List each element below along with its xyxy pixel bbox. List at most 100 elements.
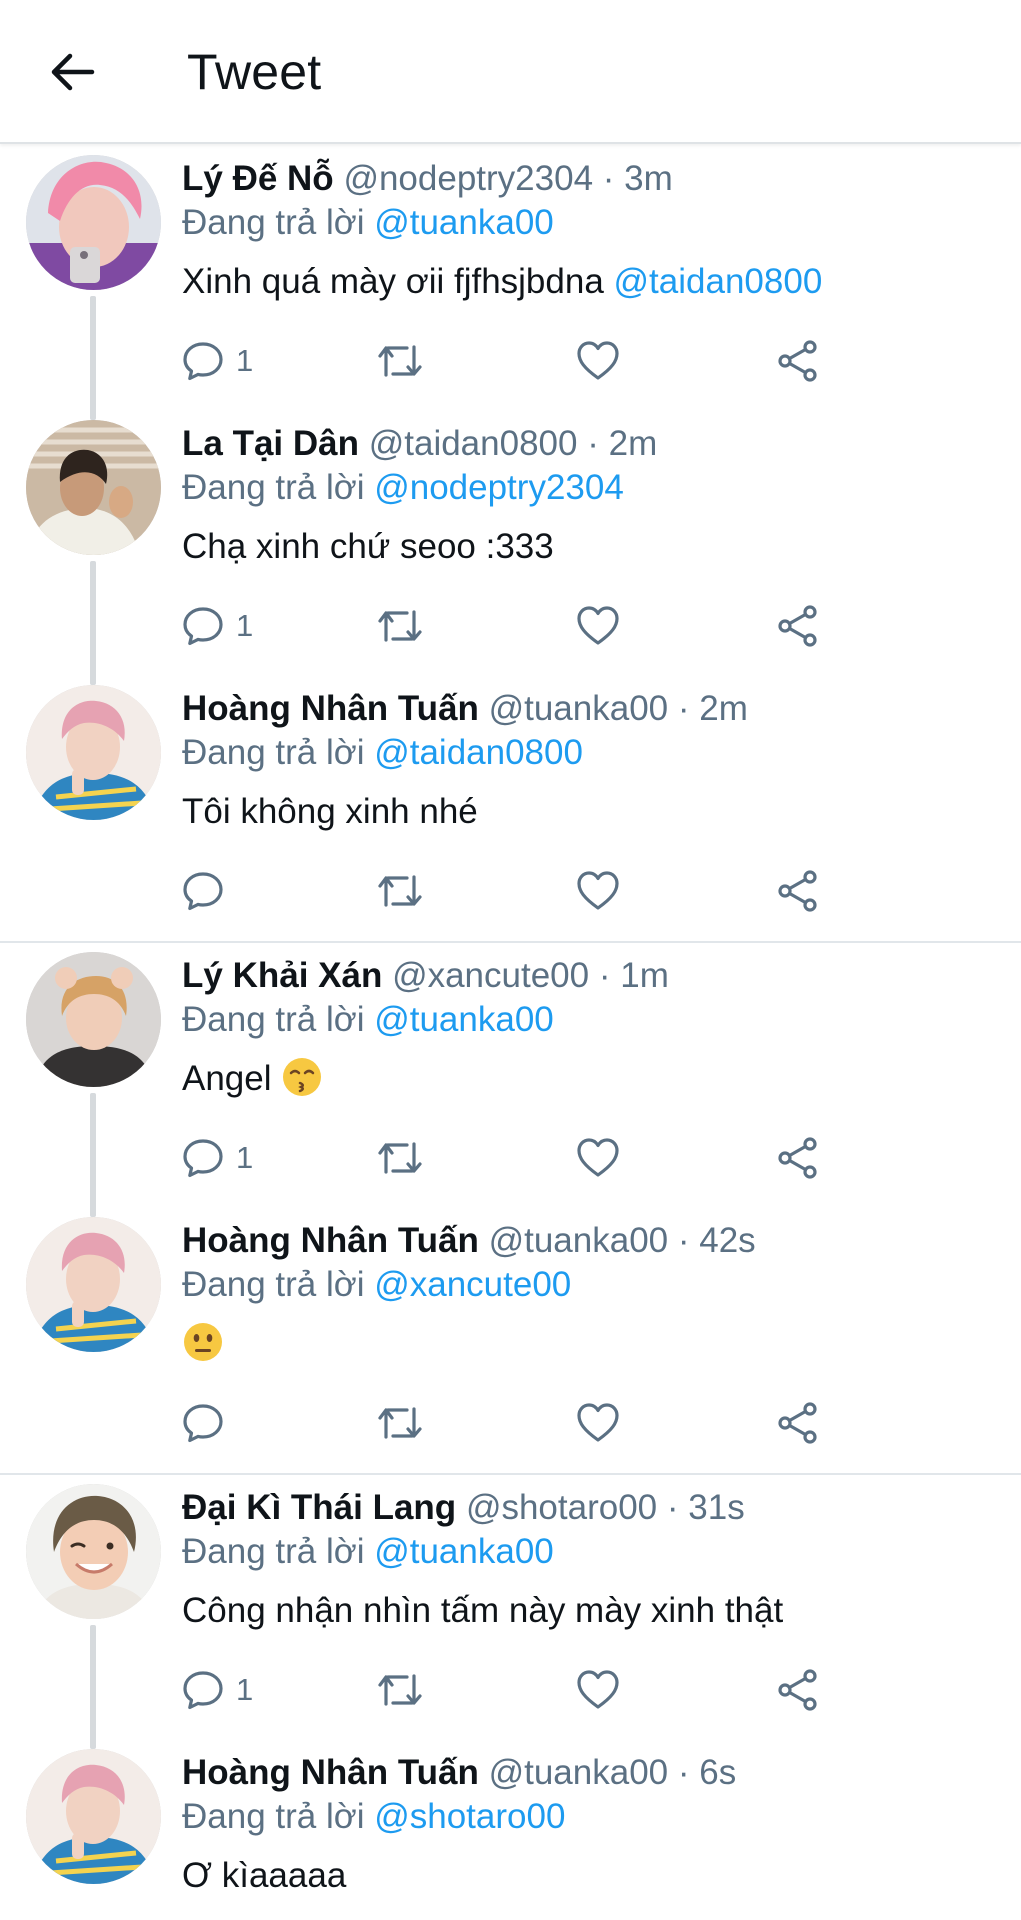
reply-button[interactable]: 1 [182,331,253,391]
author-name[interactable]: Hoàng Nhân Tuấn [182,1753,479,1792]
retweet-button[interactable] [376,331,424,391]
tweet[interactable]: Hoàng Nhân Tuấn @tuanka00 · 42s Đang trả… [0,1208,1021,1473]
tweet-time[interactable]: 42s [699,1221,755,1260]
author-name[interactable]: Đại Kì Thái Lang [182,1488,456,1527]
tweet-actions: 1 [182,331,1002,391]
avatar-ly-khai-xan[interactable] [26,952,161,1087]
page-title: Tweet [187,44,322,100]
share-button[interactable] [776,1660,820,1720]
reply-to-mention[interactable]: @tuanka00 [374,203,554,242]
reply-to-mention[interactable]: @nodeptry2304 [374,468,624,507]
reply-count: 1 [236,343,254,378]
tweet-time[interactable]: 3m [624,159,673,198]
share-button[interactable] [776,1128,820,1188]
retweet-button[interactable] [376,1660,424,1720]
speech-bubble-icon [183,872,223,911]
tweet[interactable]: Hoàng Nhân Tuấn @tuanka00 · 6s Đang trả … [0,1740,1021,1920]
tweet-time[interactable]: 6s [699,1753,736,1792]
share-button[interactable] [776,861,820,921]
author-handle[interactable]: @xancute00 [392,956,589,995]
share-button[interactable] [776,331,820,391]
reply-to-mention[interactable]: @taidan0800 [374,733,583,772]
author-handle[interactable]: @shotaro00 [466,1488,657,1527]
reply-context: Đang trả lời @tuanka00 [182,201,554,245]
reply-label: Đang trả lời [182,1532,365,1571]
reply-count: 1 [236,1140,254,1175]
retweet-button[interactable] [376,1393,424,1453]
tweet-actions: 1 [182,1128,1002,1188]
avatar-hoang-nhan-tuan[interactable] [26,685,161,820]
text-mention[interactable]: @taidan0800 [614,262,823,301]
reply-button[interactable]: 1 [182,1660,253,1720]
retweet-button[interactable] [376,861,424,921]
tweet-time[interactable]: 31s [688,1488,744,1527]
like-button[interactable] [576,331,620,391]
tweet[interactable]: Hoàng Nhân Tuấn @tuanka00 · 2m Đang trả … [0,676,1021,941]
heart-icon [577,1670,619,1709]
author-name[interactable]: Lý Đế Nỗ [182,159,334,198]
like-button[interactable] [576,1393,620,1453]
tweet-time[interactable]: 1m [620,956,669,995]
tweet-text-content: Xinh quá mày ơii fjfhsjbdna [182,262,604,301]
author-name[interactable]: Hoàng Nhân Tuấn [182,1221,479,1260]
share-button[interactable] [776,596,820,656]
author-handle[interactable]: @tuanka00 [489,689,669,728]
tweet-actions [182,861,1002,921]
time-separator: · [666,1488,679,1527]
author-name[interactable]: Hoàng Nhân Tuấn [182,689,479,728]
avatar-dai-ki-thai-lang[interactable] [26,1484,161,1619]
avatar-ly-de-no[interactable] [26,155,161,290]
like-button[interactable] [576,1660,620,1720]
author-handle[interactable]: @tuanka00 [489,1753,669,1792]
reply-button[interactable]: 1 [182,596,253,656]
reply-count: 1 [236,608,254,643]
author-handle[interactable]: @nodeptry2304 [343,159,593,198]
reply-to-mention[interactable]: @tuanka00 [374,1532,554,1571]
author-handle[interactable]: @taidan0800 [369,424,578,463]
reply-to-mention[interactable]: @tuanka00 [374,1000,554,1039]
time-separator: · [602,159,615,198]
neutral-face-emoji [184,1323,222,1361]
tweet-time[interactable]: 2m [699,689,748,728]
reply-button[interactable] [182,1393,236,1453]
like-button[interactable] [576,1128,620,1188]
reply-context: Đang trả lời @taidan0800 [182,731,583,775]
tweet[interactable]: Lý Đế Nỗ @nodeptry2304 · 3m Đang trả lời… [0,146,1021,420]
reply-button[interactable] [182,861,236,921]
avatar-la-tai-dan[interactable] [26,420,161,555]
reply-to-mention[interactable]: @shotaro00 [374,1797,565,1836]
reply-thread: Lý Khải Xán @xancute00 · 1m Đang trả lời… [0,943,1021,1475]
share-icon [778,340,817,382]
tweet[interactable]: Lý Khải Xán @xancute00 · 1m Đang trả lời… [0,943,1021,1217]
retweet-button[interactable] [376,596,424,656]
tweet-meta: Hoàng Nhân Tuấn @tuanka00 · 2m [182,687,748,731]
share-icon [778,1669,817,1711]
tweet[interactable]: La Tại Dân @taidan0800 · 2m Đang trả lời… [0,411,1021,685]
tweet-text-content: Angel [182,1059,272,1098]
share-icon [778,605,817,647]
reply-count: 1 [236,1672,254,1707]
tweet-text: Tôi không xinh nhé [182,792,478,831]
heart-icon [577,1403,619,1442]
author-name[interactable]: Lý Khải Xán [182,956,382,995]
reply-button[interactable]: 1 [182,1128,253,1188]
like-button[interactable] [576,861,620,921]
author-name[interactable]: La Tại Dân [182,424,359,463]
reply-label: Đang trả lời [182,203,365,242]
back-button[interactable] [36,36,108,108]
like-button[interactable] [576,596,620,656]
tweet[interactable]: Đại Kì Thái Lang @shotaro00 · 31s Đang t… [0,1475,1021,1749]
author-handle[interactable]: @tuanka00 [489,1221,669,1260]
share-button[interactable] [776,1393,820,1453]
arrow-left-icon [51,53,95,91]
avatar-hoang-nhan-tuan[interactable] [26,1749,161,1884]
avatar-hoang-nhan-tuan[interactable] [26,1217,161,1352]
reply-context: Đang trả lời @nodeptry2304 [182,466,624,510]
retweet-button[interactable] [376,1128,424,1188]
share-icon [778,870,817,912]
speech-bubble-icon [183,1671,223,1710]
reply-to-mention[interactable]: @xancute00 [374,1265,571,1304]
tweet-time[interactable]: 2m [609,424,658,463]
tweet-actions: 1 [182,596,1002,656]
avatar-image [26,1484,161,1619]
